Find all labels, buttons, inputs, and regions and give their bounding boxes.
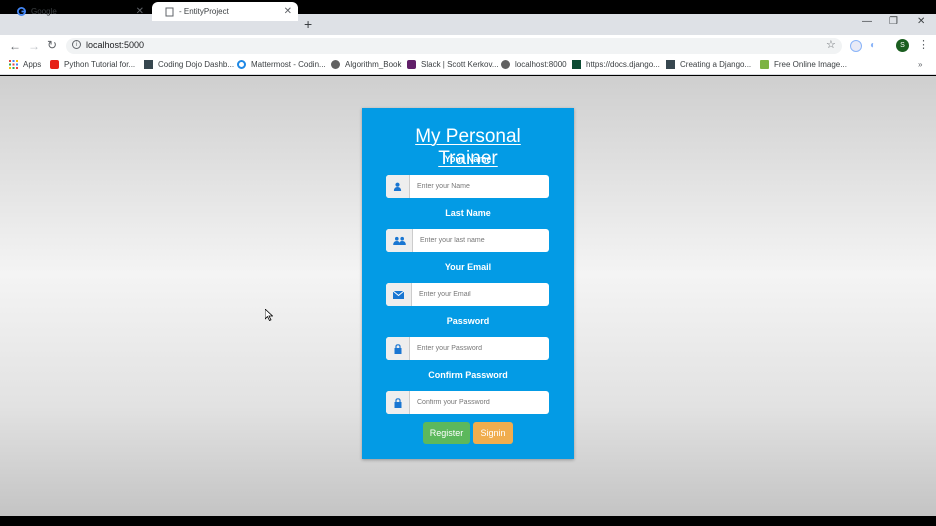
- bookmark-label: Algorithm_Book: [345, 60, 402, 69]
- tab-entityproject[interactable]: - EntityProject ✕: [152, 2, 298, 21]
- close-icon[interactable]: ✕: [284, 6, 292, 17]
- reload-icon[interactable]: ↻: [47, 38, 57, 52]
- name-field: [386, 175, 549, 198]
- confirm-password-field: [386, 391, 549, 414]
- django-icon: [572, 60, 581, 69]
- user-icon: [386, 175, 410, 198]
- bookmark-apps[interactable]: Apps: [9, 60, 41, 69]
- tab-title: - EntityProject: [179, 7, 229, 16]
- bookmark-label: Slack | Scott Kerkov...: [421, 60, 499, 69]
- tab-title: Google: [31, 7, 57, 16]
- bookmark-label: Python Tutorial for...: [64, 60, 136, 69]
- menu-icon[interactable]: ⋮: [918, 38, 929, 51]
- mouse-cursor-icon: [264, 308, 274, 326]
- close-icon[interactable]: ✕: [136, 6, 144, 17]
- page-icon: [164, 7, 174, 17]
- apps-grid-icon: [9, 60, 18, 69]
- globe-icon: [501, 60, 510, 69]
- email-label: Your Email: [444, 262, 492, 272]
- password-label: Password: [446, 316, 490, 326]
- url-text[interactable]: localhost:5000: [86, 40, 144, 50]
- bookmark-label: localhost:8000: [515, 60, 567, 69]
- bookmark-label: https://docs.django...: [586, 60, 660, 69]
- restore-icon[interactable]: ❐: [889, 16, 898, 27]
- password-field: [386, 337, 549, 360]
- bookmark-label: Creating a Django...: [680, 60, 752, 69]
- forward-icon[interactable]: →: [28, 39, 40, 53]
- bookmark-slack[interactable]: Slack | Scott Kerkov...: [407, 60, 499, 69]
- bookmarks-overflow-icon[interactable]: »: [918, 60, 922, 69]
- avatar[interactable]: S: [896, 39, 909, 52]
- bookmark-django-docs[interactable]: https://docs.django...: [572, 60, 660, 69]
- minimize-icon[interactable]: —: [862, 16, 872, 27]
- last-name-input[interactable]: [413, 237, 543, 244]
- bookmark-label: Free Online Image...: [774, 60, 847, 69]
- bookmark-label: Coding Dojo Dashb...: [158, 60, 235, 69]
- back-icon[interactable]: ←: [9, 39, 21, 53]
- google-icon: [16, 7, 26, 17]
- bookmark-mattermost[interactable]: Mattermost - Codin...: [237, 60, 326, 69]
- bottom-letterbox: [0, 516, 936, 526]
- confirm-password-input[interactable]: [410, 399, 540, 406]
- grammarly-icon[interactable]: ◐: [870, 40, 876, 51]
- bookmark-python[interactable]: Python Tutorial for...: [50, 60, 135, 69]
- info-icon[interactable]: i: [72, 40, 81, 49]
- bookmark-label: Apps: [23, 60, 42, 69]
- bookmark-localhost[interactable]: localhost:8000: [501, 60, 567, 69]
- new-tab-button[interactable]: +: [304, 16, 312, 32]
- mattermost-icon: [237, 60, 246, 69]
- globe-icon: [331, 60, 340, 69]
- bookmark-label: Mattermost - Codin...: [251, 60, 326, 69]
- bookmark-algorithm[interactable]: Algorithm_Book: [331, 60, 401, 69]
- last-name-label: Last Name: [445, 208, 491, 218]
- codingdojo-icon: [144, 60, 153, 69]
- close-window-icon[interactable]: ✕: [917, 16, 925, 27]
- bookmark-creating-django[interactable]: Creating a Django...: [666, 60, 751, 69]
- address-bar[interactable]: [66, 38, 842, 54]
- image-icon: [760, 60, 769, 69]
- lock-icon: [386, 337, 410, 360]
- users-icon: [386, 229, 413, 252]
- signin-button[interactable]: Signin: [473, 422, 513, 444]
- register-button[interactable]: Register: [423, 422, 470, 444]
- slack-icon: [407, 60, 416, 69]
- email-input[interactable]: [412, 291, 542, 298]
- last-name-field: [386, 229, 549, 252]
- name-input[interactable]: [410, 183, 540, 190]
- password-input[interactable]: [410, 345, 540, 352]
- screen: Google ✕ - EntityProject ✕ + — ❐ ✕ ← → ↻…: [0, 0, 936, 526]
- email-field: [386, 283, 549, 306]
- envelope-icon: [386, 283, 412, 306]
- bookmark-image[interactable]: Free Online Image...: [760, 60, 847, 69]
- youtube-icon: [50, 60, 59, 69]
- name-label: Your Name: [444, 154, 492, 164]
- codingdojo-icon: [666, 60, 675, 69]
- star-icon[interactable]: ☆: [826, 38, 836, 51]
- lock-icon: [386, 391, 410, 414]
- extension-icon[interactable]: [850, 40, 862, 52]
- confirm-password-label: Confirm Password: [428, 370, 508, 380]
- bookmark-codingdojo[interactable]: Coding Dojo Dashb...: [144, 60, 234, 69]
- tab-google[interactable]: Google ✕: [4, 2, 150, 21]
